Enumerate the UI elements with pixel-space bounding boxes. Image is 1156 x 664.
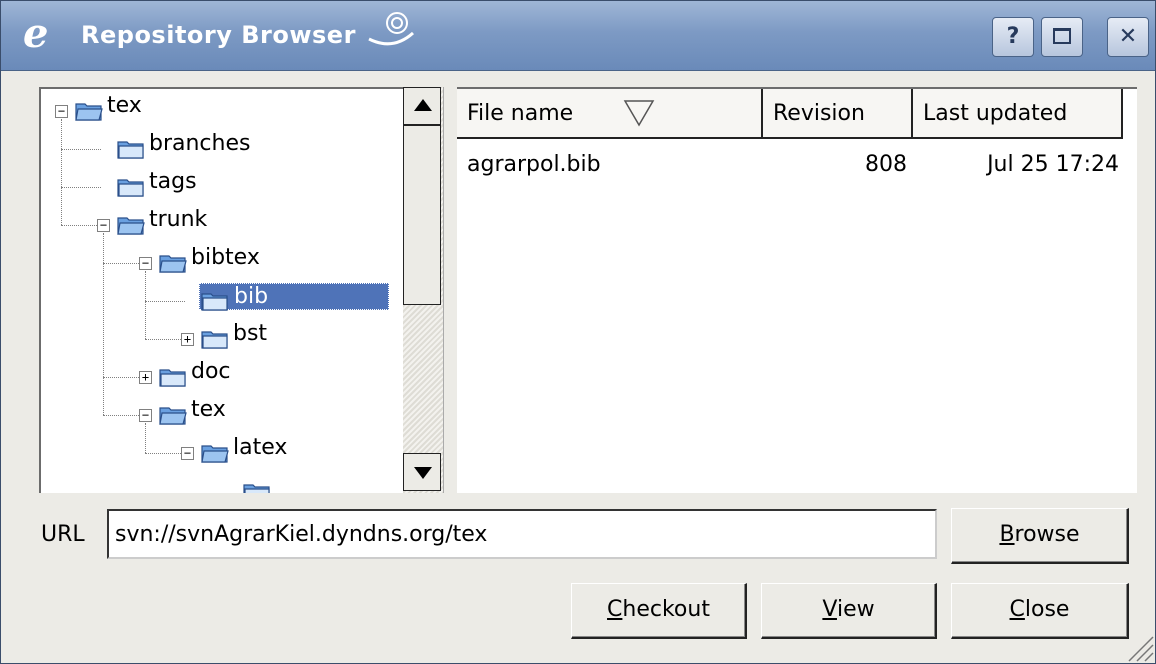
folder-icon	[201, 290, 228, 311]
column-header-label: File name	[467, 101, 574, 126]
column-header-revision[interactable]: Revision	[763, 89, 913, 139]
column-header-last-updated[interactable]: Last updated	[913, 89, 1123, 139]
window-title: Repository Browser	[81, 21, 356, 49]
view-button[interactable]: View	[761, 583, 937, 639]
url-label: URL	[41, 522, 85, 547]
file-row[interactable]: agrarpol.bib 808 Jul 25 17:24	[457, 145, 1137, 185]
tree-connector	[103, 377, 143, 378]
collapse-icon[interactable]: −	[97, 219, 110, 232]
tree-connector	[145, 301, 185, 302]
scroll-down-button[interactable]	[403, 453, 441, 491]
arrow-down-icon	[414, 467, 432, 479]
folder-icon	[117, 176, 144, 197]
folder-icon	[117, 138, 144, 159]
tree-item-trunk[interactable]: trunk	[145, 207, 211, 232]
view-mnemonic: V	[822, 597, 837, 622]
folder-icon	[201, 442, 229, 463]
folder-icon	[159, 252, 187, 273]
collapse-icon[interactable]: −	[139, 257, 152, 270]
checkout-button[interactable]: Checkout	[571, 583, 747, 639]
column-header-label: Revision	[773, 101, 865, 126]
scroll-up-button[interactable]	[403, 87, 441, 125]
folder-icon	[117, 214, 145, 235]
tree-connector	[103, 233, 104, 415]
tree-item-tags[interactable]: tags	[145, 169, 201, 194]
folder-icon	[243, 481, 270, 493]
maximize-icon	[1053, 27, 1071, 44]
column-header-label: Last updated	[923, 101, 1068, 126]
browse-label: rowse	[1014, 522, 1080, 547]
title-bar[interactable]: e Repository Browser ? ✕	[1, 1, 1155, 71]
view-label: iew	[836, 597, 875, 622]
tree-connector	[103, 415, 143, 416]
last-updated-cell: Jul 25 17:24	[987, 152, 1119, 177]
checkout-mnemonic: C	[607, 597, 623, 622]
collapse-icon[interactable]: −	[139, 409, 152, 422]
browse-mnemonic: B	[999, 522, 1015, 547]
scroll-thumb[interactable]	[403, 125, 441, 305]
column-header-file-name[interactable]: File name	[457, 89, 763, 139]
browse-button[interactable]: Browse	[951, 508, 1129, 564]
file-list-header: File name Revision Last updated	[457, 89, 1137, 141]
folder-icon	[201, 328, 228, 349]
file-name-cell: agrarpol.bib	[467, 152, 601, 177]
tree-item-bst[interactable]: bst	[229, 321, 271, 346]
tree-connector	[145, 423, 146, 453]
folder-icon	[159, 404, 187, 425]
folder-icon	[159, 366, 186, 387]
revision-cell: 808	[865, 152, 907, 177]
url-input[interactable]	[107, 509, 937, 559]
tree-connector	[145, 339, 185, 340]
file-list[interactable]: File name Revision Last updated agrarpol…	[457, 87, 1137, 493]
close-mnemonic: C	[1009, 597, 1025, 622]
tree-connector	[61, 187, 101, 188]
tree-connector	[61, 149, 101, 150]
tree-item-branches[interactable]: branches	[145, 131, 254, 156]
arrow-up-icon	[414, 99, 432, 111]
help-button[interactable]: ?	[992, 17, 1034, 57]
folder-icon	[75, 100, 103, 121]
collapse-icon[interactable]: −	[181, 447, 194, 460]
repository-browser-window: e Repository Browser ? ✕ − tex branches tag…	[0, 0, 1156, 664]
resize-grip-icon[interactable]	[1121, 629, 1155, 663]
tree-connector	[61, 119, 62, 225]
close-label: lose	[1024, 597, 1070, 622]
maximize-button[interactable]	[1041, 17, 1083, 57]
close-button[interactable]: Close	[951, 583, 1129, 639]
tree-item-doc[interactable]: doc	[187, 359, 235, 384]
tree-item-latex[interactable]: latex	[229, 435, 291, 460]
checkout-label: heckout	[622, 597, 710, 622]
pane-splitter[interactable]	[443, 87, 457, 493]
app-icon: e	[23, 10, 49, 57]
decoration-swirl-icon	[368, 12, 415, 46]
tree-scrollbar[interactable]	[403, 87, 443, 493]
tree-item-tex[interactable]: tex	[103, 93, 146, 118]
expand-icon[interactable]: +	[139, 371, 152, 384]
sort-indicator-icon	[623, 100, 655, 127]
tree-connector	[145, 271, 146, 339]
tree-connector	[103, 263, 143, 264]
collapse-icon[interactable]: −	[55, 105, 68, 118]
expand-icon[interactable]: +	[181, 333, 194, 346]
tree-connector	[145, 453, 185, 454]
tree-item-bibtex[interactable]: bibtex	[187, 245, 264, 270]
folder-tree[interactable]: − tex branches tags − trunk − bibtex bib + bst + doc…	[39, 87, 443, 493]
tree-connector	[61, 225, 101, 226]
close-window-button[interactable]: ✕	[1107, 17, 1149, 57]
tree-item-tex[interactable]: tex	[187, 397, 230, 422]
